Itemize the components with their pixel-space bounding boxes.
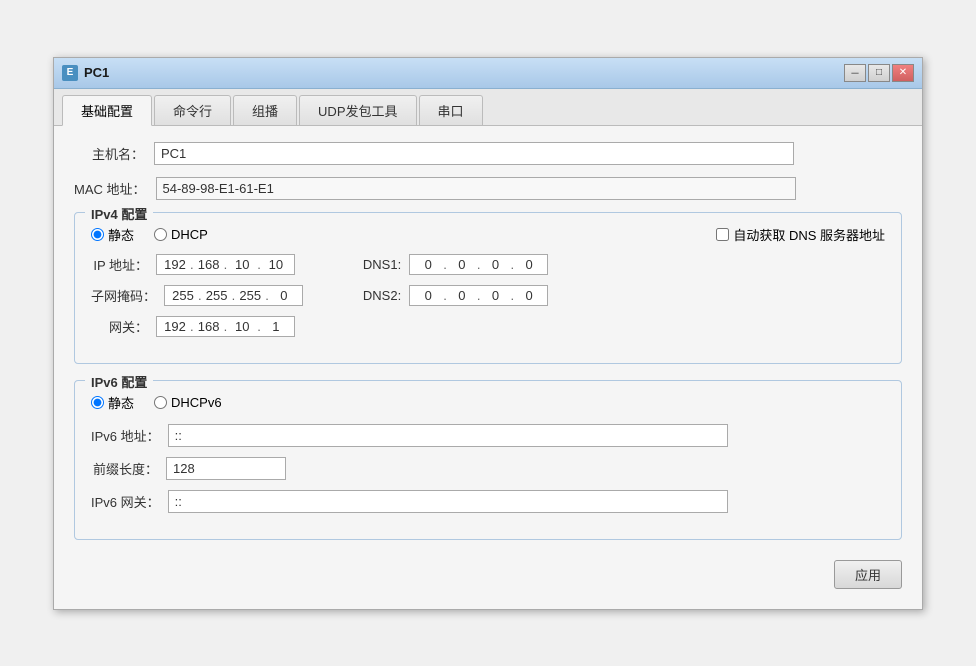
ipv6-radio-row: 静态 DHCPv6 (91, 393, 885, 412)
hostname-input[interactable] (154, 142, 794, 165)
gw-seg-2[interactable] (195, 319, 223, 334)
window-title: PC1 (84, 65, 109, 80)
tab-command-line[interactable]: 命令行 (154, 95, 231, 125)
title-bar-controls: － □ ✕ (844, 64, 914, 82)
tab-udp-tool[interactable]: UDP发包工具 (299, 95, 416, 125)
ip-address-row: IP 地址： . . . (91, 254, 303, 275)
dns1-seg-2[interactable] (448, 257, 476, 272)
tabs-bar: 基础配置 命令行 组播 UDP发包工具 串口 (54, 89, 922, 126)
ipv6-prefix-row: 前缀长度： (91, 457, 885, 480)
restore-button[interactable]: □ (868, 64, 890, 82)
subnet-seg-4[interactable] (270, 288, 298, 303)
ipv4-left-col: IP 地址： . . . 子网掩码： (91, 254, 303, 347)
apply-button[interactable]: 应用 (834, 560, 902, 589)
dns2-field: . . . (409, 285, 548, 306)
ipv6-legend: IPv6 配置 (85, 372, 153, 391)
ipv6-address-input[interactable] (168, 424, 728, 447)
ipv6-static-radio[interactable]: 静态 (91, 393, 134, 412)
dns2-label: DNS2: (363, 288, 409, 303)
dns2-seg-1[interactable] (414, 288, 442, 303)
ip-label: IP 地址： (91, 255, 156, 274)
dns1-row: DNS1: . . . (363, 254, 548, 275)
dns-auto-checkbox-row: 自动获取 DNS 服务器地址 (716, 225, 885, 244)
close-button[interactable]: ✕ (892, 64, 914, 82)
ip-seg-3[interactable] (228, 257, 256, 272)
ip-seg-4[interactable] (262, 257, 290, 272)
gw-seg-3[interactable] (228, 319, 256, 334)
subnet-seg-1[interactable] (169, 288, 197, 303)
gw-seg-4[interactable] (262, 319, 290, 334)
dns-auto-checkbox[interactable] (716, 228, 729, 241)
ipv6-gateway-label: IPv6 网关： (91, 492, 168, 511)
tab-basic-config[interactable]: 基础配置 (62, 95, 152, 126)
dns-auto-label: 自动获取 DNS 服务器地址 (733, 225, 885, 244)
ipv4-static-radio[interactable]: 静态 (91, 225, 134, 244)
dns1-seg-1[interactable] (414, 257, 442, 272)
ipv4-dhcp-radio[interactable]: DHCP (154, 227, 208, 242)
hostname-row: 主机名： (74, 142, 902, 165)
ipv4-legend: IPv4 配置 (85, 204, 153, 223)
dns1-field: . . . (409, 254, 548, 275)
ip-seg-1[interactable] (161, 257, 189, 272)
ipv4-static-radio-input[interactable] (91, 228, 104, 241)
title-bar: E PC1 － □ ✕ (54, 58, 922, 89)
ipv4-right-col: DNS1: . . . DNS2: (363, 254, 548, 347)
ipv6-prefix-input[interactable] (166, 457, 286, 480)
hostname-label: 主机名： (74, 144, 154, 163)
app-icon: E (62, 65, 78, 81)
gateway-row: 网关： . . . (91, 316, 303, 337)
ipv6-gateway-input[interactable] (168, 490, 728, 513)
minimize-button[interactable]: － (844, 64, 866, 82)
ip-address-field: . . . (156, 254, 295, 275)
main-window: E PC1 － □ ✕ 基础配置 命令行 组播 UDP发包工具 串口 主机名： … (53, 57, 923, 610)
subnet-field: . . . (164, 285, 303, 306)
mac-row: MAC 地址： (74, 177, 902, 200)
ipv6-prefix-label: 前缀长度： (91, 459, 166, 478)
title-bar-left: E PC1 (62, 65, 109, 81)
ipv4-section: IPv4 配置 静态 DHCP 自动获取 DNS 服务器地址 (74, 212, 902, 364)
dns2-seg-2[interactable] (448, 288, 476, 303)
subnet-label: 子网掩码： (91, 286, 164, 305)
subnet-seg-3[interactable] (236, 288, 264, 303)
ipv6-address-row: IPv6 地址： (91, 424, 885, 447)
ipv6-section: IPv6 配置 静态 DHCPv6 IPv6 地址： 前缀长度： (74, 380, 902, 540)
dns1-label: DNS1: (363, 257, 409, 272)
dns2-row: DNS2: . . . (363, 285, 548, 306)
gateway-field: . . . (156, 316, 295, 337)
ipv6-dhcpv6-radio-input[interactable] (154, 396, 167, 409)
subnet-seg-2[interactable] (203, 288, 231, 303)
dns1-seg-4[interactable] (515, 257, 543, 272)
ipv6-static-radio-input[interactable] (91, 396, 104, 409)
tab-serial[interactable]: 串口 (419, 95, 483, 125)
mac-input[interactable] (156, 177, 796, 200)
tab-multicast[interactable]: 组播 (233, 95, 297, 125)
ipv4-fields: IP 地址： . . . 子网掩码： (91, 254, 885, 347)
mac-label: MAC 地址： (74, 179, 156, 198)
dns1-seg-3[interactable] (481, 257, 509, 272)
ipv4-dhcp-radio-input[interactable] (154, 228, 167, 241)
ip-seg-2[interactable] (195, 257, 223, 272)
gateway-label: 网关： (91, 317, 156, 336)
button-bar: 应用 (74, 556, 902, 593)
dns2-seg-3[interactable] (481, 288, 509, 303)
ipv6-address-label: IPv6 地址： (91, 426, 168, 445)
content-area: 主机名： MAC 地址： IPv4 配置 静态 DHCP (54, 126, 922, 609)
subnet-row: 子网掩码： . . . (91, 285, 303, 306)
ipv4-radio-row: 静态 DHCP (91, 225, 208, 244)
dns2-seg-4[interactable] (515, 288, 543, 303)
ipv6-gateway-row: IPv6 网关： (91, 490, 885, 513)
ipv6-dhcpv6-radio[interactable]: DHCPv6 (154, 395, 222, 410)
gw-seg-1[interactable] (161, 319, 189, 334)
